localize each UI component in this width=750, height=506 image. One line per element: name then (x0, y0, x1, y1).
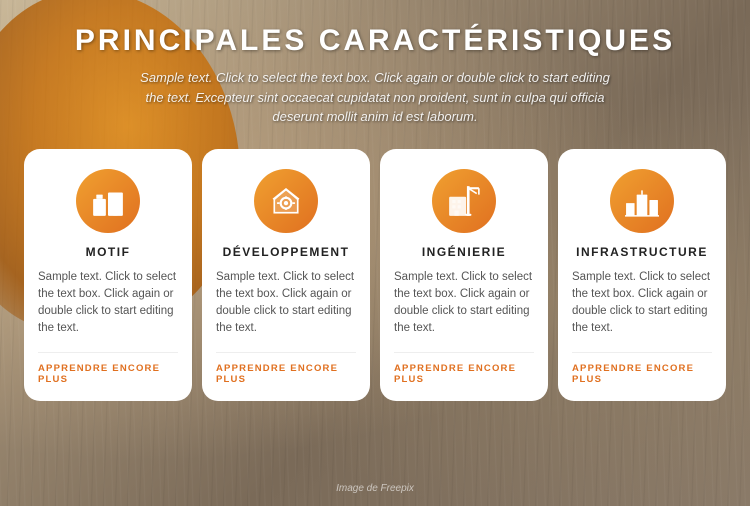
card-motif-title: MOTIF (86, 245, 131, 259)
card-infrastructure-link[interactable]: APPRENDRE ENCORE PLUS (572, 352, 712, 385)
card-developpement-title: DÉVELOPPEMENT (223, 245, 350, 259)
page-subtitle: Sample text. Click to select the text bo… (135, 68, 615, 127)
card-developpement-link[interactable]: APPRENDRE ENCORE PLUS (216, 352, 356, 385)
developpement-icon-circle (254, 169, 318, 233)
card-motif-text: Sample text. Click to select the text bo… (38, 269, 178, 338)
ingenierie-icon-circle (432, 169, 496, 233)
card-ingenierie-link[interactable]: APPRENDRE ENCORE PLUS (394, 352, 534, 385)
building-icon (91, 184, 125, 218)
card-developpement-text: Sample text. Click to select the text bo… (216, 269, 356, 338)
motif-icon-circle (76, 169, 140, 233)
page-container: PRINCIPALES CARACTÉRISTIQUES Sample text… (0, 0, 750, 506)
infrastructure-icon-circle (610, 169, 674, 233)
crane-icon (447, 184, 481, 218)
card-motif-link[interactable]: APPRENDRE ENCORE PLUS (38, 352, 178, 385)
card-ingenierie: INGÉNIERIE Sample text. Click to select … (380, 149, 548, 401)
card-ingenierie-text: Sample text. Click to select the text bo… (394, 269, 534, 338)
page-title: PRINCIPALES CARACTÉRISTIQUES (75, 24, 675, 58)
cards-row: MOTIF Sample text. Click to select the t… (20, 149, 730, 401)
card-developpement: DÉVELOPPEMENT Sample text. Click to sele… (202, 149, 370, 401)
card-infrastructure-title: INFRASTRUCTURE (576, 245, 708, 259)
card-motif: MOTIF Sample text. Click to select the t… (24, 149, 192, 401)
card-infrastructure-text: Sample text. Click to select the text bo… (572, 269, 712, 338)
city-icon (625, 184, 659, 218)
card-infrastructure: INFRASTRUCTURE Sample text. Click to sel… (558, 149, 726, 401)
gear-building-icon (269, 184, 303, 218)
card-ingenierie-title: INGÉNIERIE (422, 245, 506, 259)
